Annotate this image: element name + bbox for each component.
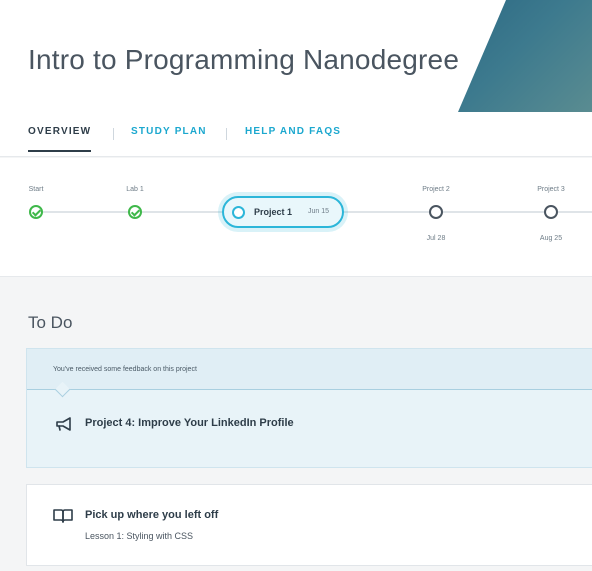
feedback-banner: You've received some feedback on this pr…: [27, 349, 592, 390]
current-milestone-label: Project 1: [254, 207, 293, 217]
milestone-label-project2: Project 2: [422, 186, 450, 193]
todo-heading: To Do: [28, 313, 73, 332]
tab-divider: [113, 128, 114, 140]
current-milestone-icon: [232, 206, 245, 219]
tab-overview[interactable]: OVERVIEW: [28, 126, 92, 152]
tab-study-plan[interactable]: STUDY PLAN: [131, 126, 207, 137]
milestone-date-project2: Jul 28: [426, 235, 446, 242]
milestone-label-project3: Project 3: [537, 186, 565, 193]
current-milestone[interactable]: Project 1 Jun 15: [222, 196, 344, 228]
page-title: Intro to Programming Nanodegree: [28, 44, 460, 75]
resume-title[interactable]: Pick up where you left off: [85, 509, 218, 521]
header-graphic: [458, 0, 592, 112]
resume-lesson: Lesson 1: Styling with CSS: [85, 531, 194, 541]
megaphone-icon: [56, 417, 71, 431]
feedback-project-title[interactable]: Project 4: Improve Your LinkedIn Profile: [85, 417, 294, 429]
checkmark-icon[interactable]: [29, 205, 43, 219]
book-icon: [53, 509, 73, 523]
resume-card[interactable]: Pick up where you left off Lesson 1: Sty…: [26, 484, 592, 566]
tab-help-faqs[interactable]: HELP AND FAQS: [245, 126, 341, 137]
current-milestone-date: Jun 15: [308, 208, 330, 215]
tab-bar: OVERVIEW STUDY PLAN HELP AND FAQS: [0, 112, 592, 157]
milestone-label-start: Start: [28, 186, 44, 193]
progress-timeline: Start Lab 1 Project 1 Jun 15 Project 2 J…: [0, 158, 592, 277]
feedback-card[interactable]: You've received some feedback on this pr…: [26, 348, 592, 468]
page-header: Intro to Programming Nanodegree: [0, 0, 592, 112]
milestone-label-lab1: Lab 1: [126, 186, 144, 193]
milestone-circle-icon[interactable]: [429, 205, 443, 219]
tab-divider: [226, 128, 227, 140]
milestone-circle-icon[interactable]: [544, 205, 558, 219]
milestone-date-project3: Aug 25: [539, 235, 563, 242]
feedback-message: You've received some feedback on this pr…: [53, 366, 197, 373]
checkmark-icon[interactable]: [128, 205, 142, 219]
